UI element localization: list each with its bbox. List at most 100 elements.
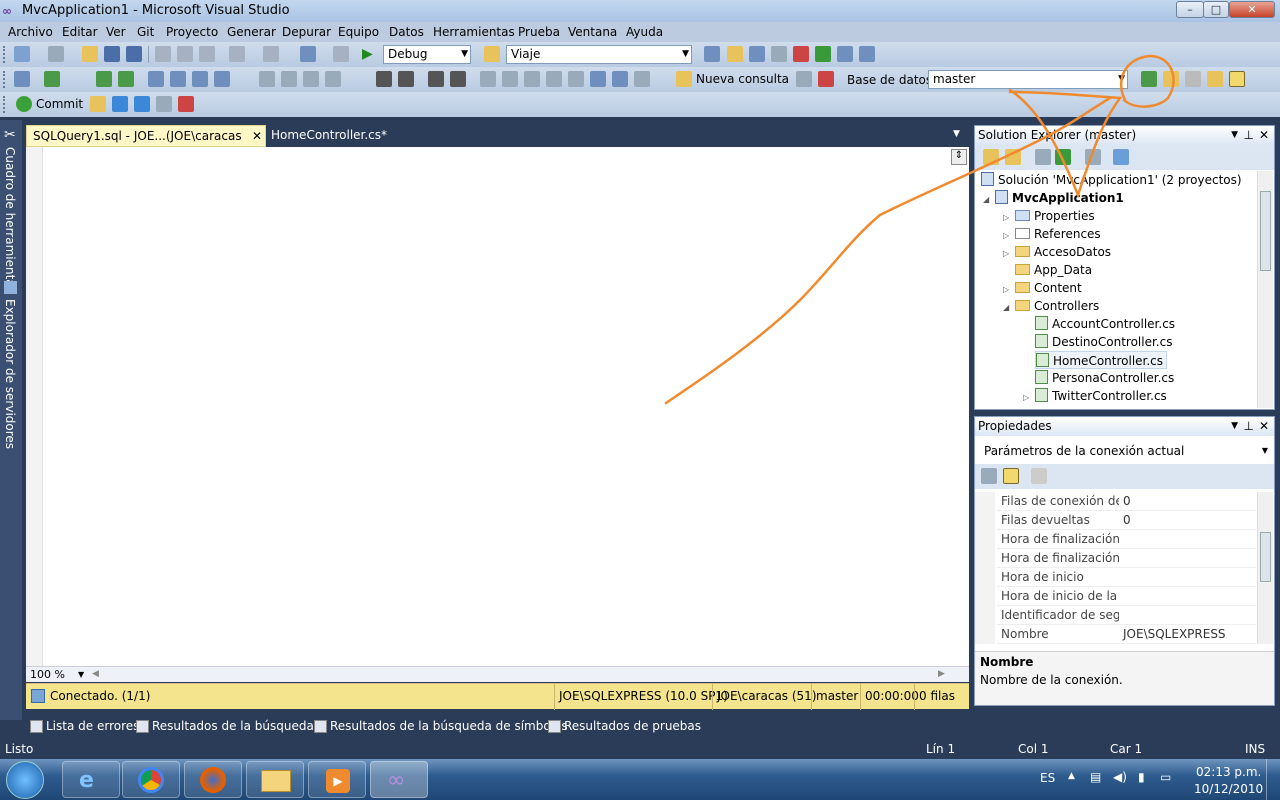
scrollbar-thumb[interactable]: [1260, 191, 1271, 271]
execute-query-icon[interactable]: [1141, 71, 1157, 87]
navigate-forward-icon[interactable]: [333, 46, 349, 62]
property-row[interactable]: Filas devueltas 0: [997, 511, 1256, 530]
tools-icon[interactable]: [793, 46, 809, 62]
solution-config-select[interactable]: Debug ▼: [383, 45, 471, 64]
chrome-taskbar-button[interactable]: [122, 761, 180, 798]
navigate-back-icon[interactable]: [300, 46, 316, 62]
clock-time[interactable]: 02:13 p.m.: [1196, 765, 1261, 779]
tab-list-chevron-icon[interactable]: ▼: [953, 129, 960, 139]
scrollbar-thumb[interactable]: [1260, 532, 1271, 582]
tree-item-homecontroller[interactable]: HomeController.cs: [1035, 351, 1168, 369]
database-select[interactable]: master ▼: [928, 70, 1128, 89]
verify-sql-icon[interactable]: [281, 71, 297, 87]
command-window-icon[interactable]: [859, 46, 875, 62]
tree-item-properties[interactable]: ▷ Properties: [1003, 207, 1095, 225]
expanded-icon[interactable]: ◢: [1003, 299, 1015, 317]
tree-item-app-data[interactable]: App_Data: [1015, 261, 1092, 279]
menu-herramientas[interactable]: Herramientas: [433, 25, 515, 39]
find-bookmark-icon[interactable]: [634, 71, 650, 87]
alphabetical-icon[interactable]: [1003, 468, 1019, 484]
refresh-icon[interactable]: [1035, 149, 1051, 165]
tab-test-results[interactable]: Resultados de pruebas: [544, 716, 701, 738]
split-icon[interactable]: ⇕: [951, 149, 967, 165]
close-icon[interactable]: ✕: [1259, 417, 1269, 435]
power-icon[interactable]: ▭: [1160, 770, 1171, 784]
vertical-scrollbar[interactable]: [1257, 171, 1273, 408]
connect-icon[interactable]: [14, 71, 30, 87]
pin-icon[interactable]: ⊥: [1244, 417, 1254, 435]
show-all-files-icon[interactable]: [1005, 149, 1021, 165]
results-options-icon[interactable]: [1207, 71, 1223, 87]
results-pane-icon[interactable]: [1229, 71, 1245, 87]
property-row[interactable]: Hora de inicio: [997, 568, 1256, 587]
menu-proyecto[interactable]: Proyecto: [166, 25, 218, 39]
property-row[interactable]: Hora de finalización de: [997, 549, 1256, 568]
expanded-icon[interactable]: ◢: [983, 191, 995, 209]
find-in-files-icon[interactable]: [484, 46, 500, 62]
cut-icon[interactable]: [155, 46, 171, 62]
minimize-button[interactable]: –: [1176, 1, 1204, 18]
tab-symbol-results[interactable]: Resultados de la búsqueda de símbolos: [310, 716, 568, 738]
stop-query-icon[interactable]: [1185, 71, 1201, 87]
menu-depurar[interactable]: Depurar: [282, 25, 331, 39]
menu-git[interactable]: Git: [137, 25, 154, 39]
push-icon[interactable]: [134, 96, 150, 112]
zoom-level[interactable]: 100 %: [30, 668, 65, 681]
git-folder-icon[interactable]: [90, 96, 106, 112]
vertical-scrollbar[interactable]: [1257, 492, 1273, 644]
horizontal-scrollbar[interactable]: 100 % ▼ ◀ ▶: [26, 666, 969, 682]
visual-studio-taskbar-button[interactable]: ∞: [370, 761, 428, 798]
properties-icon[interactable]: [727, 46, 743, 62]
undo-icon[interactable]: [229, 46, 245, 62]
properties-object-select[interactable]: Parámetros de la conexión actual ▼: [979, 441, 1270, 461]
save-icon[interactable]: [104, 46, 120, 62]
next-bookmark-icon[interactable]: [524, 71, 540, 87]
maximize-button[interactable]: □: [1203, 1, 1229, 18]
view-code-icon[interactable]: [1055, 149, 1071, 165]
start-debug-icon[interactable]: ▶: [362, 46, 373, 62]
menu-archivo[interactable]: Archivo: [8, 25, 53, 39]
language-indicator[interactable]: ES: [1040, 771, 1055, 785]
signal-icon[interactable]: ▮: [1138, 770, 1145, 784]
menu-ver[interactable]: Ver: [106, 25, 126, 39]
git-changes-icon[interactable]: [156, 96, 172, 112]
close-icon[interactable]: ✕: [1259, 126, 1269, 144]
tab-sqlquery1[interactable]: SQLQuery1.sql - JOE...(JOE\caracas (51))…: [26, 125, 266, 164]
start-page-icon[interactable]: [815, 46, 831, 62]
bookmark-icon[interactable]: [480, 71, 496, 87]
paste-icon[interactable]: [199, 46, 215, 62]
cancel-query-icon[interactable]: [818, 71, 834, 87]
volume-icon[interactable]: ◀): [1113, 770, 1127, 784]
ie-taskbar-button[interactable]: e: [62, 761, 120, 798]
pin-icon[interactable]: ⊥: [1244, 126, 1254, 144]
property-row[interactable]: Nombre JOE\SQLEXPRESS: [997, 625, 1256, 644]
property-row[interactable]: Hora de finalización: [997, 530, 1256, 549]
chevron-down-icon[interactable]: ▼: [1231, 126, 1238, 144]
property-row[interactable]: Filas de conexión devu0: [997, 492, 1256, 511]
menu-prueba[interactable]: Prueba: [518, 25, 560, 39]
tree-item-personacontroller[interactable]: PersonaController.cs: [1035, 369, 1174, 387]
tree-item-accesodatos[interactable]: ▷ AccesoDatos: [1003, 243, 1111, 261]
find-combo[interactable]: Viaje ▼: [506, 45, 692, 64]
tree-item-content[interactable]: ▷ Content: [1003, 279, 1082, 297]
scroll-right-icon[interactable]: ▶: [938, 669, 945, 679]
toolbar-grip[interactable]: [3, 46, 6, 63]
toolbar-grip[interactable]: [3, 96, 6, 113]
toolbox-tab[interactable]: Cuadro de herramientas: [3, 147, 17, 293]
menu-ayuda[interactable]: Ayuda: [626, 25, 663, 39]
tree-item-project[interactable]: ◢ MvcApplication1: [983, 189, 1124, 207]
execute-sql-icon[interactable]: [96, 71, 112, 87]
outdent-icon[interactable]: [398, 71, 414, 87]
tree-item-accountcontroller[interactable]: AccountController.cs: [1035, 315, 1175, 333]
uncomment-icon[interactable]: [450, 71, 466, 87]
open-file-icon[interactable]: [82, 46, 98, 62]
server-explorer-tab[interactable]: Explorador de servidores: [3, 299, 17, 449]
next-file-bookmark-icon[interactable]: [612, 71, 628, 87]
properties-icon[interactable]: [983, 149, 999, 165]
change-connection-icon[interactable]: [44, 71, 60, 87]
bookmark-folder-icon[interactable]: [546, 71, 562, 87]
tab-find-results[interactable]: Resultados de la búsqueda 1: [132, 716, 325, 738]
commit-button[interactable]: Commit: [36, 97, 83, 111]
copy-icon[interactable]: [177, 46, 193, 62]
chevron-down-icon[interactable]: ▼: [78, 670, 84, 679]
